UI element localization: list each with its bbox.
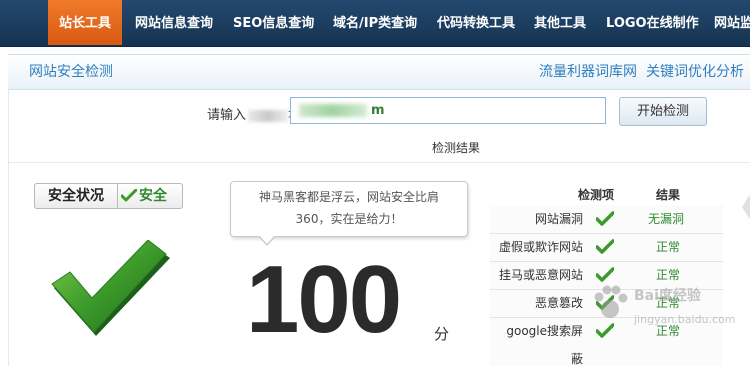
- tooltip-arrow-inner: [259, 235, 275, 244]
- tooltip-line-2: 360，实在是给力！: [295, 212, 403, 226]
- redacted-url: [299, 104, 367, 117]
- url-input[interactable]: m: [290, 97, 606, 124]
- nav-item-site-info[interactable]: 网站信息查询: [135, 0, 213, 45]
- column-header-item: 检测项: [578, 188, 615, 202]
- column-header-result: 结果: [656, 188, 681, 202]
- nav-item-domain-ip[interactable]: 域名/IP类查询: [333, 0, 417, 45]
- check-icon: [120, 188, 138, 202]
- row-result: 无漏洞: [648, 212, 685, 226]
- large-check-icon: [51, 240, 170, 336]
- row-result: 正常: [656, 240, 681, 254]
- table-row: 虚假或欺诈网站 正常: [490, 233, 723, 262]
- nav-item-seo-info[interactable]: SEO信息查询: [233, 0, 314, 45]
- row-item: 挂马或恶意网站: [498, 268, 583, 282]
- check-icon: [596, 211, 614, 226]
- score-unit: 分: [434, 325, 450, 343]
- section-header: 网站安全检测 流量利器词库网 关键词优化分析: [8, 54, 750, 90]
- tooltip-bubble: 神马黑客都是浮云，网站安全比肩 360，实在是给力！: [230, 181, 468, 237]
- top-nav: 站长工具 网站信息查询 SEO信息查询 域名/IP类查询 代码转换工具 其他工具…: [0, 0, 750, 47]
- row-item: 网站漏洞: [534, 212, 583, 226]
- row-item: 恶意篡改: [534, 296, 583, 310]
- row-item: 虚假或欺诈网站: [498, 240, 583, 254]
- table-row: 网站漏洞 无漏洞: [490, 205, 723, 234]
- start-check-button[interactable]: 开始检测: [619, 97, 707, 126]
- row-item: google搜索屏: [506, 324, 583, 338]
- label-prefix: 请输入: [207, 108, 247, 123]
- redacted-text: [248, 109, 289, 122]
- watermark: Bai度经验 jingyan.baidu.com: [590, 283, 736, 327]
- check-icon: [596, 267, 614, 282]
- nav-item-other-tools[interactable]: 其他工具: [534, 0, 586, 45]
- check-icon: [596, 239, 614, 254]
- paw-logo-icon: [594, 285, 628, 318]
- url-input-value: m: [371, 103, 385, 118]
- safety-status-text: 安全: [139, 188, 167, 204]
- safety-status-label: 安全状况: [35, 184, 118, 208]
- watermark-url: jingyan.baidu.com: [634, 313, 736, 326]
- page-title: 网站安全检测: [29, 64, 113, 80]
- url-input-label: 请输入址: [207, 104, 301, 123]
- link-traffic-lexicon[interactable]: 流量利器词库网: [539, 55, 637, 89]
- nav-item-code-convert[interactable]: 代码转换工具: [437, 0, 515, 45]
- result-heading: 检测结果: [432, 141, 481, 155]
- side-collapse-tab[interactable]: [742, 193, 750, 221]
- tooltip-line-1: 神马黑客都是浮云，网站安全比肩: [258, 190, 439, 204]
- divider: [8, 162, 750, 163]
- safety-status-value: 安全: [120, 184, 167, 208]
- row-item-overflow: 蔽: [571, 352, 584, 366]
- nav-item-logo-maker[interactable]: LOGO在线制作: [606, 0, 699, 45]
- link-keyword-analysis[interactable]: 关键词优化分析: [646, 55, 744, 89]
- nav-item-site-monitor[interactable]: 网站监: [714, 0, 750, 45]
- safety-score: 100: [246, 246, 402, 353]
- nav-item-webmaster-tools[interactable]: 站长工具: [48, 0, 122, 45]
- safety-status-badge: 安全状况 安全: [34, 183, 183, 209]
- watermark-text: Bai度经验: [634, 288, 701, 304]
